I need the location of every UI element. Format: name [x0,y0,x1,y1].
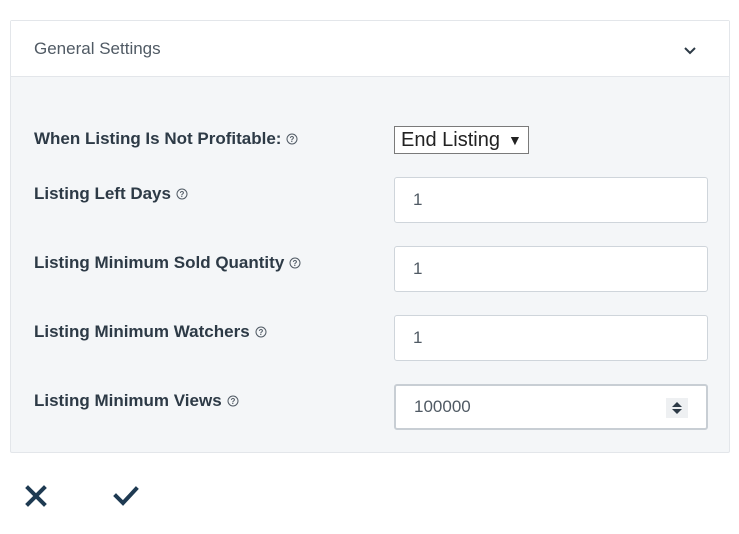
min-views-input[interactable] [394,384,708,430]
chevron-down-icon[interactable] [682,42,698,58]
panel-header[interactable]: General Settings [11,21,729,77]
left-days-label: Listing Left Days ? [34,184,188,204]
number-spinner[interactable] [666,398,688,418]
min-sold-quantity-label: Listing Minimum Sold Quantity ? [34,253,301,273]
panel-title: General Settings [34,39,161,58]
help-icon[interactable]: ? [255,326,267,338]
close-icon[interactable] [23,483,49,509]
spinner-arrows-icon[interactable] [671,400,683,416]
not-profitable-select[interactable]: End Listing ▼ [394,126,529,154]
min-views-label-text: Listing Minimum Views [34,391,222,410]
svg-text:?: ? [293,259,298,268]
min-sold-quantity-input[interactable] [394,246,708,292]
min-watchers-label-text: Listing Minimum Watchers [34,322,250,341]
help-icon[interactable]: ? [176,188,188,200]
help-icon[interactable]: ? [286,133,298,145]
left-days-label-text: Listing Left Days [34,184,171,203]
not-profitable-label: When Listing Is Not Profitable: ? [34,129,298,149]
left-days-input[interactable] [394,177,708,223]
dropdown-arrow-icon: ▼ [507,132,522,148]
svg-text:?: ? [258,328,263,337]
not-profitable-label-text: When Listing Is Not Profitable: [34,129,282,148]
min-views-label: Listing Minimum Views ? [34,391,239,411]
general-settings-panel: General Settings When Listing Is Not Pro… [10,20,730,453]
min-watchers-label: Listing Minimum Watchers ? [34,322,267,342]
help-icon[interactable]: ? [227,395,239,407]
svg-text:?: ? [230,397,235,406]
help-icon[interactable]: ? [289,257,301,269]
min-sold-quantity-label-text: Listing Minimum Sold Quantity [34,253,285,272]
check-icon[interactable] [113,483,139,509]
min-watchers-input[interactable] [394,315,708,361]
not-profitable-selected-value: End Listing [401,128,500,151]
svg-text:?: ? [180,190,185,199]
svg-text:?: ? [290,135,295,144]
